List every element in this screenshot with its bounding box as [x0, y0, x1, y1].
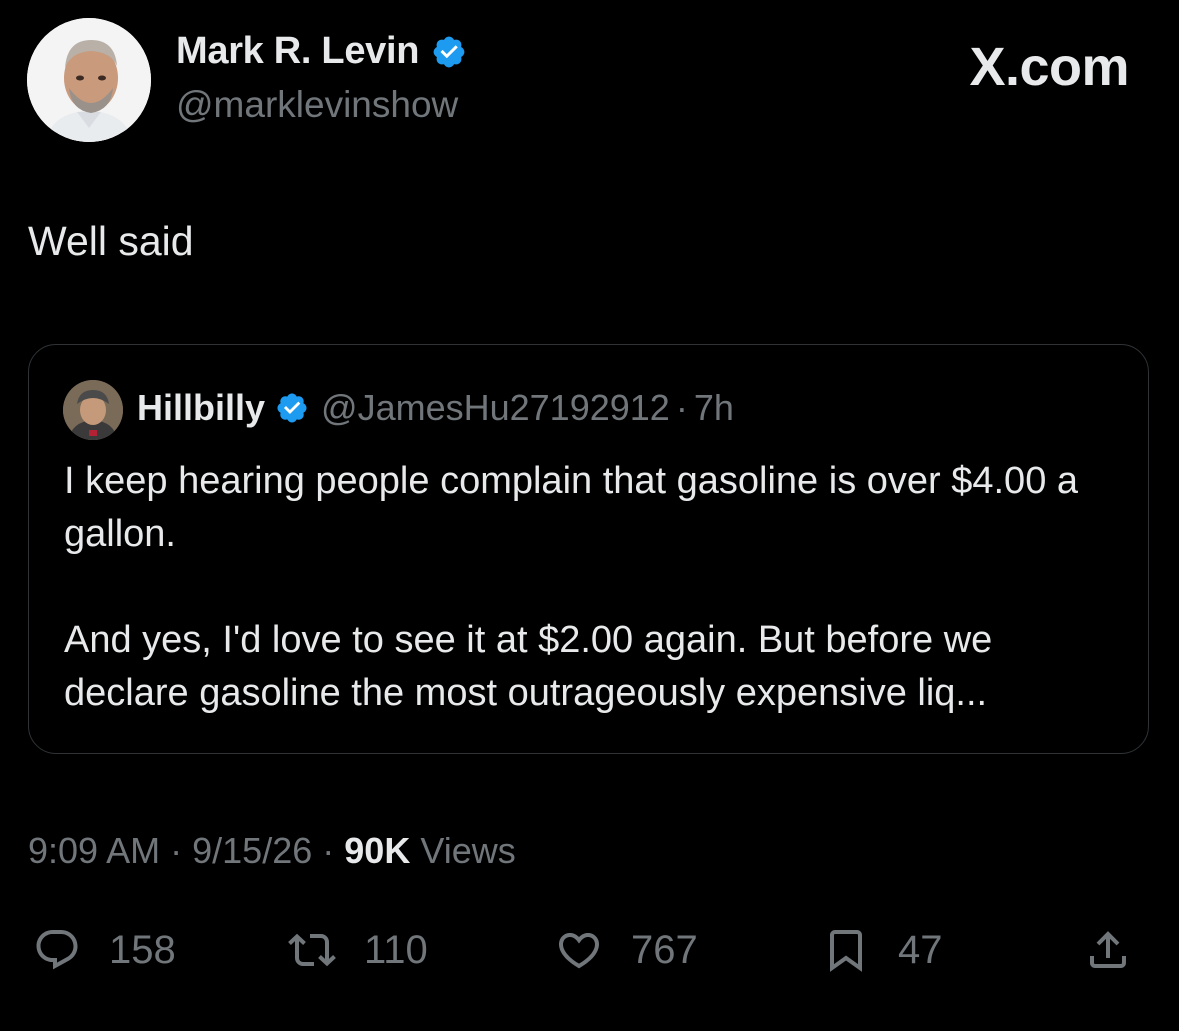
verified-badge-icon [433, 36, 465, 67]
author-name-row[interactable]: Mark R. Levin [176, 30, 467, 73]
x-com-watermark: X.com [969, 36, 1129, 98]
tweet-time[interactable]: 9:09 AM [28, 830, 160, 871]
bookmark-count: 47 [898, 927, 943, 972]
bookmark-icon [830, 930, 862, 972]
tweet-text: Well said [28, 218, 194, 264]
views-count: 90K [344, 830, 411, 871]
tweet-meta: 9:09 AM · 9/15/26 · 90K Views [28, 830, 516, 872]
separator-dot: · [170, 830, 183, 871]
quoted-author-name[interactable]: Hillbilly [137, 387, 265, 429]
author-name[interactable]: Mark R. Levin [176, 30, 419, 73]
quoted-tweet-time[interactable]: 7h [694, 387, 734, 429]
verified-badge-icon [277, 393, 307, 423]
like-count: 767 [631, 927, 698, 972]
repost-count: 110 [364, 927, 428, 972]
quoted-tweet-paragraph: And yes, I'd love to see it at $2.00 aga… [64, 619, 993, 714]
quoted-author-avatar[interactable] [63, 380, 123, 440]
heart-icon [558, 933, 600, 969]
share-button[interactable] [1084, 918, 1132, 982]
views-label: Views [420, 830, 516, 871]
watermark-text: X.com [969, 37, 1129, 97]
quoted-author-handle[interactable]: @JamesHu27192912 [321, 387, 670, 429]
author-handle[interactable]: @marklevinshow [176, 84, 458, 126]
separator-dot: · [675, 387, 688, 428]
quoted-tweet-body: I keep hearing people complain that gaso… [64, 455, 1124, 720]
repost-button[interactable]: 110 [288, 918, 428, 982]
quoted-tweet-paragraph: I keep hearing people complain that gaso… [64, 460, 1079, 555]
reply-count: 158 [109, 927, 176, 972]
quoted-tweet-header: Hillbilly @JamesHu27192912 · 7h [137, 387, 734, 429]
reply-button[interactable]: 158 [33, 918, 176, 982]
like-button[interactable]: 767 [555, 918, 698, 982]
share-icon [1090, 931, 1126, 968]
separator-dot: · [322, 830, 335, 871]
bookmark-button[interactable]: 47 [822, 918, 943, 982]
author-avatar[interactable] [27, 18, 151, 142]
quoted-tweet-card[interactable]: Hillbilly @JamesHu27192912 · 7h I keep h… [28, 344, 1149, 754]
repost-icon [288, 933, 336, 967]
reply-icon [36, 930, 78, 970]
tweet-date[interactable]: 9/15/26 [192, 830, 312, 871]
action-bar: 158 110 767 47 [0, 918, 1179, 982]
